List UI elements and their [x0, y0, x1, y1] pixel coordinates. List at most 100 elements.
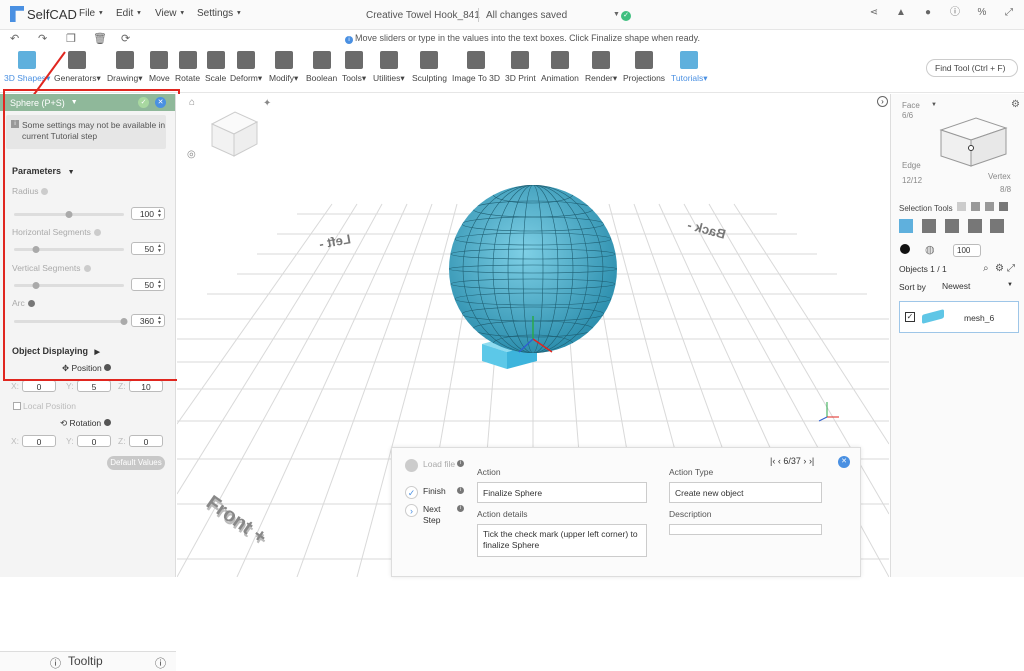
collapse-right-panel-icon[interactable]: ›	[877, 96, 888, 107]
status-dropdown-icon[interactable]: ▼	[613, 11, 620, 18]
selection-cube[interactable]	[931, 108, 1011, 178]
vertex-label: Vertex	[988, 172, 1011, 181]
tooltip-label: Tooltip	[68, 654, 103, 668]
printer-icon	[511, 51, 530, 69]
expand-icon[interactable]: ⤢	[1004, 8, 1014, 18]
document-title[interactable]: Creative Towel Hook_841	[366, 10, 480, 21]
app-name: SelfCAD	[27, 6, 77, 22]
select-mode-icon[interactable]	[957, 202, 966, 211]
tool-label: Move	[149, 73, 170, 83]
first-step-icon[interactable]: |‹	[770, 456, 775, 466]
position-x-input[interactable]: 0	[22, 380, 56, 392]
rotation-z-input[interactable]: 0	[129, 435, 163, 447]
tool-drawing[interactable]: Drawing▾	[107, 51, 142, 84]
prev-step-icon[interactable]: ‹	[778, 456, 781, 466]
tool-render[interactable]: Render▾	[585, 51, 617, 84]
position-y-input[interactable]: 5	[77, 380, 111, 392]
tool-3d-print[interactable]: 3D Print	[505, 51, 536, 83]
local-position-checkbox[interactable]	[13, 402, 21, 410]
tool-deform[interactable]: Deform▾	[230, 51, 262, 84]
move-icon	[150, 51, 169, 69]
tool-boolean[interactable]: Boolean	[306, 51, 337, 83]
undo-icon[interactable]: ↶	[10, 32, 19, 45]
hint-row: ↶ ↷ ❐ 🗑 ⟳ i Move sliders or type in the v…	[0, 30, 1024, 47]
object-list-item[interactable]: ✓ mesh_6	[899, 301, 1019, 333]
sort-select[interactable]: Newest ▼	[937, 279, 1017, 293]
step-load-file[interactable]: Load file i	[405, 459, 465, 485]
delete-icon[interactable]: 🗑	[93, 32, 107, 45]
select-mode-icon[interactable]	[971, 202, 980, 211]
chevron-right-icon: ›	[405, 504, 418, 517]
view-cube[interactable]	[210, 111, 259, 157]
refresh-icon[interactable]: ⟳	[121, 32, 130, 45]
render-icon	[592, 51, 611, 69]
menu-view[interactable]: View ▼	[155, 8, 185, 19]
find-tool-button[interactable]: Find Tool (Ctrl + F)	[926, 59, 1018, 77]
object-checkbox[interactable]: ✓	[905, 312, 915, 322]
menu-settings[interactable]: Settings ▼	[197, 8, 242, 19]
step-finish[interactable]: ✓ Finish i	[405, 486, 465, 502]
rotation-y-input[interactable]: 0	[77, 435, 111, 447]
position-z-input[interactable]: 10	[129, 380, 163, 392]
tool-label: Render	[585, 73, 613, 83]
select-mode-icon[interactable]	[999, 202, 1008, 211]
info-icon[interactable]: ⓘ	[155, 655, 166, 671]
select-object-icon[interactable]	[899, 219, 913, 233]
tool-label: Image To 3D	[452, 73, 501, 83]
tool-scale[interactable]: Scale	[205, 51, 226, 83]
camera-icon[interactable]: ◎	[187, 149, 196, 160]
tooltip-bar[interactable]: ⓘ Tooltip ⓘ	[0, 651, 176, 671]
select-vertex-icon[interactable]	[968, 219, 982, 233]
description-label: Description	[669, 509, 712, 519]
next-step-icon[interactable]: ›	[803, 456, 806, 466]
brush-size-input[interactable]: 100	[953, 244, 981, 257]
face-label: Face	[902, 101, 920, 110]
redo-icon[interactable]: ↷	[38, 32, 47, 45]
copy-icon[interactable]: ❐	[66, 32, 76, 45]
share-icon[interactable]: ⋖	[869, 8, 879, 18]
close-tutorial-button[interactable]: ✕	[838, 456, 850, 468]
info-icon: i	[457, 460, 464, 467]
tool-tutorials[interactable]: Tutorials▾	[671, 51, 708, 84]
tool-animation[interactable]: Animation	[541, 51, 579, 83]
info-icon[interactable]: ⓘ	[950, 8, 960, 18]
tool-label: Tutorials	[671, 73, 704, 83]
select-all-icon[interactable]	[990, 219, 1004, 233]
expand-icon[interactable]: ⤢	[1007, 263, 1015, 274]
tool-move[interactable]: Move	[149, 51, 170, 83]
select-face-icon[interactable]	[922, 219, 936, 233]
tool-tools[interactable]: Tools▾	[342, 51, 366, 84]
brush-pattern-icon[interactable]: ◍	[925, 243, 935, 256]
default-values-button[interactable]: Default Values	[107, 456, 165, 470]
selfcad-logo[interactable]: SelfCAD	[10, 6, 77, 22]
select-mode-icon[interactable]	[985, 202, 994, 211]
menu-edit[interactable]: Edit ▼	[116, 8, 142, 19]
last-step-icon[interactable]: ›|	[809, 456, 814, 466]
animation-icon	[550, 51, 569, 69]
home-icon[interactable]: ⌂	[189, 97, 195, 108]
light-icon[interactable]: ✦	[263, 98, 271, 109]
brush-circle-icon[interactable]	[900, 244, 910, 254]
tool-modify[interactable]: Modify▾	[269, 51, 298, 84]
gear-icon[interactable]: ⚙	[995, 263, 1004, 274]
tool-label: Sculpting	[412, 73, 447, 83]
search-icon[interactable]: ⌕	[983, 263, 989, 274]
tool-sculpting[interactable]: Sculpting	[412, 51, 447, 83]
position-y-label: Y:	[66, 381, 74, 391]
rotation-y-label: Y:	[66, 436, 74, 446]
info-icon: i	[457, 505, 464, 512]
menu-file[interactable]: File ▼	[79, 8, 104, 19]
notification-bell-icon[interactable]: ▲	[896, 8, 906, 18]
step-next[interactable]: › Next Step i	[405, 504, 465, 530]
tool-image-to-3d[interactable]: Image To 3D	[452, 51, 500, 83]
gear-icon[interactable]: ⚙	[1011, 99, 1020, 110]
rotation-x-input[interactable]: 0	[22, 435, 56, 447]
user-icon[interactable]: ●	[923, 8, 933, 18]
tool-utilities[interactable]: Utilities▾	[373, 51, 405, 84]
rotate-icon: ⟲	[60, 418, 68, 428]
tool-projections[interactable]: Projections	[623, 51, 665, 83]
select-edge-icon[interactable]	[945, 219, 959, 233]
image-icon	[467, 51, 486, 69]
percent-icon[interactable]: %	[977, 8, 987, 18]
tool-rotate[interactable]: Rotate	[175, 51, 200, 83]
